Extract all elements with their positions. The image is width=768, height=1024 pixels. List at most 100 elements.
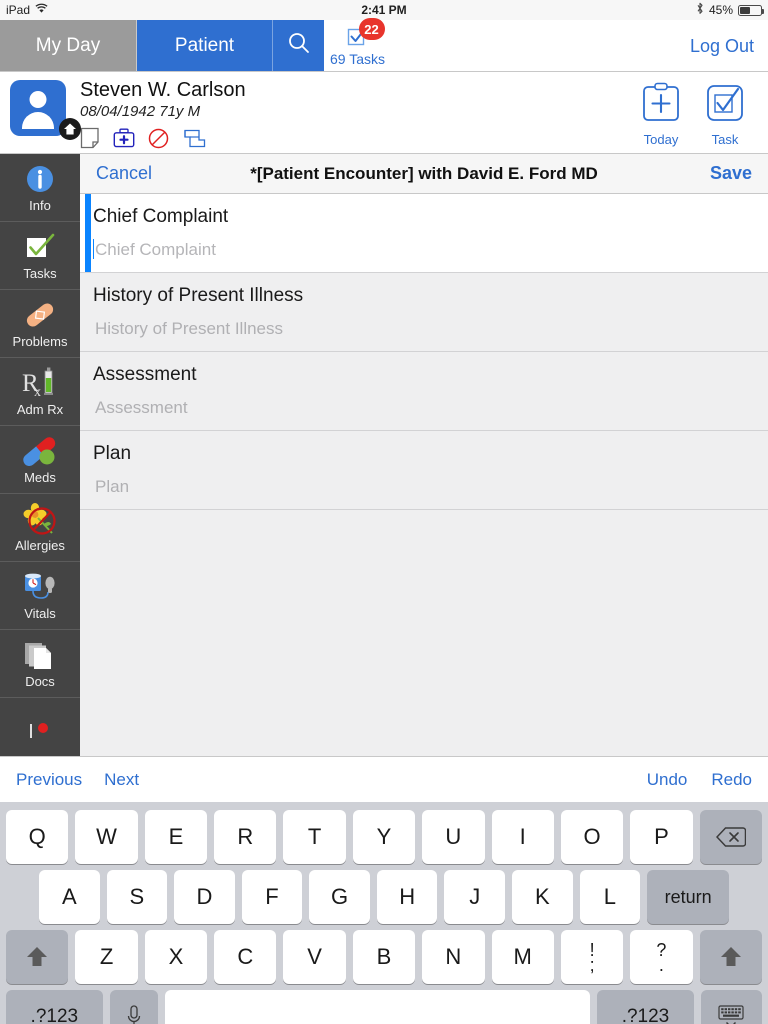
scroll-document-icon[interactable] — [182, 128, 206, 149]
tasks-icon-wrap: 22 — [347, 18, 385, 49]
sidebar-item-allergies-label: Allergies — [15, 538, 65, 553]
shift-up-icon-right[interactable] — [699, 930, 762, 984]
keyboard-row-4: .?123 .?123 — [3, 987, 765, 1024]
key-n[interactable]: N — [422, 930, 485, 984]
shift-up-icon-left[interactable] — [6, 930, 69, 984]
patient-demographics: 08/04/1942 71y M — [80, 103, 201, 120]
key-k[interactable]: K — [512, 870, 573, 924]
key-s[interactable]: S — [106, 870, 168, 924]
key-a[interactable]: A — [39, 870, 100, 924]
key-v[interactable]: V — [283, 930, 346, 984]
key-j[interactable]: J — [444, 870, 506, 924]
keyboard-row-2: A S D F G H J K L return — [3, 867, 765, 927]
undo-button[interactable]: Undo — [647, 770, 688, 790]
key-f[interactable]: F — [241, 870, 303, 924]
backspace-icon[interactable] — [699, 810, 762, 864]
task-button[interactable]: Task — [704, 82, 746, 147]
key-y[interactable]: Y — [352, 810, 416, 864]
task-label: Task — [711, 132, 739, 147]
plan-input[interactable]: Plan — [93, 467, 768, 509]
tab-my-day[interactable]: My Day — [0, 20, 136, 71]
patient-info: Steven W. Carlson 08/04/1942 71y M — [80, 78, 246, 149]
numbers-key-left[interactable]: .?123 — [6, 990, 103, 1024]
key-x[interactable]: X — [144, 930, 208, 984]
key-i[interactable]: I — [491, 810, 554, 864]
top-tab-bar: My Day Patient 22 69 Tasks Log Out — [0, 18, 768, 72]
key-z[interactable]: Z — [75, 930, 138, 984]
field-chief-complaint[interactable]: Chief Complaint Chief Complaint — [80, 194, 768, 273]
next-button[interactable]: Next — [104, 770, 139, 790]
person-avatar-icon — [29, 91, 47, 108]
key-w[interactable]: W — [75, 810, 138, 864]
key-semicolon-bottom: ; — [589, 955, 595, 975]
microphone-icon[interactable] — [109, 990, 158, 1024]
tasks-check-icon — [24, 230, 56, 264]
field-plan[interactable]: Plan Plan — [80, 431, 768, 510]
tab-my-day-label: My Day — [35, 34, 101, 56]
sidebar-item-docs[interactable]: Docs — [0, 630, 80, 698]
search-button[interactable] — [272, 20, 324, 71]
key-period-bottom: . — [658, 955, 664, 975]
partial-icon — [25, 715, 55, 749]
clipboard-plus-icon — [640, 82, 682, 131]
hide-keyboard-icon[interactable] — [700, 990, 762, 1024]
form-title: *[Patient Encounter] with David E. Ford … — [250, 163, 598, 183]
key-t[interactable]: T — [283, 810, 346, 864]
redo-button[interactable]: Redo — [711, 770, 752, 790]
key-l[interactable]: L — [579, 870, 641, 924]
hpi-input[interactable]: History of Present Illness — [93, 309, 768, 351]
field-assessment-label: Assessment — [93, 364, 197, 385]
avatar[interactable] — [10, 80, 81, 140]
tasks-summary-button[interactable]: 22 69 Tasks — [330, 18, 385, 72]
allergy-flower-icon — [22, 502, 58, 536]
save-button[interactable]: Save — [710, 163, 752, 184]
bluetooth-icon — [696, 2, 704, 18]
sidebar-item-allergies[interactable]: Allergies — [0, 494, 80, 562]
key-r[interactable]: R — [214, 810, 277, 864]
key-h[interactable]: H — [376, 870, 438, 924]
sidebar-item-adm-rx-label: Adm Rx — [16, 402, 64, 417]
sidebar-item-vitals[interactable]: Vitals — [0, 562, 80, 630]
key-u[interactable]: U — [422, 810, 485, 864]
medical-kit-icon[interactable] — [113, 128, 135, 148]
assessment-input[interactable]: Assessment — [93, 388, 768, 430]
key-m[interactable]: M — [491, 930, 554, 984]
tab-patient[interactable]: Patient — [136, 20, 272, 71]
previous-button[interactable]: Previous — [16, 770, 82, 790]
sidebar-item-tasks[interactable]: Tasks — [0, 222, 80, 290]
key-question-period[interactable]: ? . — [630, 930, 693, 984]
field-assessment[interactable]: Assessment Assessment — [80, 352, 768, 431]
key-c[interactable]: C — [214, 930, 277, 984]
sidebar-item-info[interactable]: Info — [0, 154, 80, 222]
today-button[interactable]: Today — [640, 82, 682, 147]
patient-status-icons — [80, 127, 246, 149]
key-d[interactable]: D — [174, 870, 235, 924]
today-label: Today — [643, 132, 679, 147]
numbers-key-right[interactable]: .?123 — [597, 990, 694, 1024]
battery-icon — [738, 4, 764, 16]
key-g[interactable]: G — [309, 870, 370, 924]
chief-complaint-input[interactable]: Chief Complaint — [93, 230, 768, 272]
return-key[interactable]: return — [647, 870, 729, 924]
key-q[interactable]: Q — [6, 810, 69, 864]
sidebar-item-problems[interactable]: Problems — [0, 290, 80, 358]
key-exclamation-semicolon[interactable]: ! ; — [560, 930, 624, 984]
main-body: Info Tasks Problems R x Adm Rx Meds Alle… — [0, 154, 768, 756]
key-o[interactable]: O — [560, 810, 624, 864]
keyboard-accessory-bar: Previous Next Undo Redo — [0, 756, 768, 802]
sidebar-item-partial[interactable] — [0, 698, 80, 756]
keyboard-row-1: Q W E R T Y U I O P — [3, 807, 765, 867]
svg-text:x: x — [34, 385, 41, 399]
no-entry-allergy-icon[interactable] — [148, 128, 169, 149]
cancel-button[interactable]: Cancel — [96, 163, 152, 184]
key-p[interactable]: P — [630, 810, 693, 864]
note-icon[interactable] — [80, 127, 100, 149]
sidebar-item-meds[interactable]: Meds — [0, 426, 80, 494]
active-field-accent-bar — [85, 194, 91, 272]
key-b[interactable]: B — [352, 930, 416, 984]
sidebar-item-adm-rx[interactable]: R x Adm Rx — [0, 358, 80, 426]
field-history-present-illness[interactable]: History of Present Illness History of Pr… — [80, 273, 768, 352]
logout-button[interactable]: Log Out — [690, 20, 754, 72]
space-key[interactable] — [164, 990, 591, 1024]
key-e[interactable]: E — [144, 810, 208, 864]
